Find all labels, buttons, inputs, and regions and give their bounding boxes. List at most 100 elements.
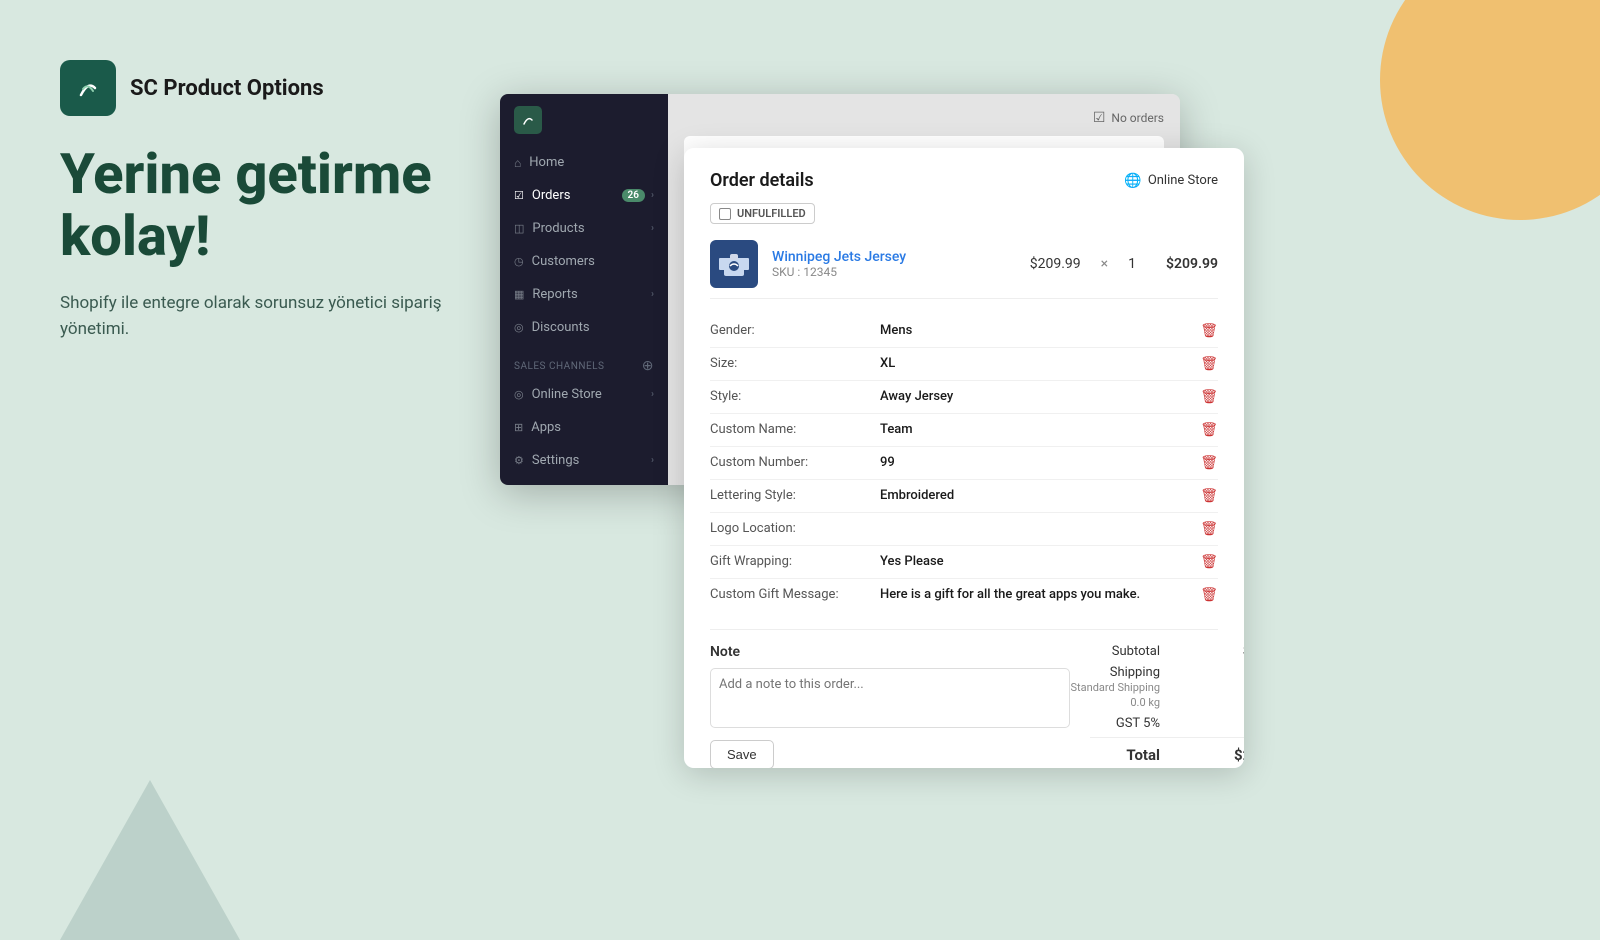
checkbox-icon: ☑ [1093,110,1106,126]
product-unit-price: $209.99 [1030,256,1081,272]
option-delete-gift-message[interactable]: 🗑 [1200,587,1218,603]
sidebar-item-orders[interactable]: ☑ Orders 26 › [500,179,668,212]
option-value-gift-wrapping: Yes Please [880,554,1190,569]
product-total: $209.99 [1166,256,1218,272]
option-delete-gift-wrapping[interactable]: 🗑 [1200,554,1218,570]
products-icon: ◫ [514,222,524,235]
option-label-logo-location: Logo Location: [710,521,870,536]
unfulfilled-text: UNFULFILLED [737,207,806,220]
store-indicator: 🌐 Online Store [1124,173,1218,189]
sidebar-item-discounts[interactable]: ◎ Discounts [500,311,668,344]
orders-badge: 26 [622,189,645,202]
option-value-custom-number: 99 [880,455,1190,470]
sidebar-item-reports[interactable]: ▦ Reports › [500,278,668,311]
sidebar-label-customers: Customers [532,254,595,269]
option-delete-size[interactable]: 🗑 [1200,356,1218,372]
sidebar-label-reports: Reports [532,287,577,302]
option-value-gender: Mens [880,323,1190,338]
sidebar-item-online-store[interactable]: ◎ Online Store › [500,378,668,411]
sidebar-label-products: Products [532,221,584,236]
bg-decoration-circle [1380,0,1600,220]
product-price-row: $209.99 × 1 $209.99 [1030,256,1218,272]
product-info: Winnipeg Jets Jersey SKU : 12345 [772,249,1016,279]
discounts-icon: ◎ [514,321,524,334]
product-image [710,240,758,288]
option-value-style: Away Jersey [880,389,1190,404]
option-delete-gender[interactable]: 🗑 [1200,323,1218,339]
logo-icon [60,60,116,116]
order-details-card: Order details 🌐 Online Store UNFULFILLED [684,148,1244,768]
options-list: Gender: Mens 🗑 Size: XL 🗑 Style: Away Je… [710,315,1218,611]
sales-channels-plus-icon[interactable]: ⊕ [642,358,654,374]
option-row-logo-location: Logo Location: 🗑 [710,513,1218,546]
bg-decoration-triangle [60,780,240,940]
option-row-gender: Gender: Mens 🗑 [710,315,1218,348]
sidebar-bottom: ⊞ Apps ⚙ Settings › [500,411,668,485]
orders-chevron-icon: › [651,190,654,201]
option-delete-logo-location[interactable]: 🗑 [1200,521,1218,537]
sidebar-label-online-store: Online Store [532,387,602,402]
option-label-lettering: Lettering Style: [710,488,870,503]
sidebar-logo-icon [514,106,542,134]
option-value-lettering: Embroidered [880,488,1190,503]
product-row: Winnipeg Jets Jersey SKU : 12345 $209.99… [710,240,1218,299]
left-section: SC Product Options Yerine getirmekolay! … [60,60,500,342]
option-label-gender: Gender: [710,323,870,338]
option-row-style: Style: Away Jersey 🗑 [710,381,1218,414]
order-title: Order details [710,170,814,191]
bottom-section: Note Save Subtotal $209.99 Shipping Stan… [710,629,1218,768]
option-delete-custom-number[interactable]: 🗑 [1200,455,1218,471]
option-row-gift-wrapping: Gift Wrapping: Yes Please 🗑 [710,546,1218,579]
option-value-size: XL [880,356,1190,371]
online-store-chevron-icon: › [651,389,654,400]
sidebar-item-settings[interactable]: ⚙ Settings › [500,444,668,477]
sidebar-item-products[interactable]: ◫ Products › [500,212,668,245]
totals-section: Subtotal $209.99 Shipping Standard Shipp… [1090,644,1244,768]
total-row: Total $230.49 [1090,737,1244,764]
orders-icon: ☑ [514,189,524,202]
option-label-gift-wrapping: Gift Wrapping: [710,554,870,569]
product-sku: SKU : 12345 [772,265,1016,279]
gst-label: GST 5% [1010,716,1160,731]
shipping-row: Shipping Standard Shipping 0.0 kg $10.00 [1090,665,1244,710]
total-label: Total [1010,746,1160,764]
sidebar-label-discounts: Discounts [532,320,590,335]
reports-chevron-icon: › [651,289,654,300]
option-row-custom-number: Custom Number: 99 🗑 [710,447,1218,480]
settings-icon: ⚙ [514,454,524,467]
subtotal-label: Subtotal [1010,644,1160,659]
unfulfilled-icon [719,208,731,220]
sidebar-label-apps: Apps [531,420,561,435]
option-row-gift-message: Custom Gift Message: Here is a gift for … [710,579,1218,611]
sidebar-label-orders: Orders [532,188,571,203]
shipping-weight: 0.0 kg [1130,696,1160,709]
sidebar-logo [500,94,668,146]
option-row-lettering: Lettering Style: Embroidered 🗑 [710,480,1218,513]
sidebar-label-home: Home [529,155,564,170]
no-orders-text: No orders [1111,111,1164,125]
gst-row: GST 5% $10.50 [1090,716,1244,731]
shipping-label: Shipping Standard Shipping 0.0 kg [1010,665,1160,710]
settings-chevron-icon: › [651,455,654,466]
sidebar-nav: ⌂ Home ☑ Orders 26 › ◫ Products [500,146,668,411]
gst-value: $10.50 [1220,716,1244,731]
option-delete-custom-name[interactable]: 🗑 [1200,422,1218,438]
product-quantity: 1 [1128,256,1136,272]
globe-icon: 🌐 [1124,173,1141,189]
option-row-size: Size: XL 🗑 [710,348,1218,381]
shipping-value: $10.00 [1220,665,1244,710]
product-name: Winnipeg Jets Jersey [772,249,1016,265]
sidebar-item-customers[interactable]: ◷ Customers [500,245,668,278]
sidebar-item-home[interactable]: ⌂ Home [500,146,668,179]
store-name: Online Store [1148,173,1218,188]
save-button[interactable]: Save [710,740,774,768]
total-value: $230.49 [1220,746,1244,764]
sidebar: ⌂ Home ☑ Orders 26 › ◫ Products [500,94,668,485]
option-delete-style[interactable]: 🗑 [1200,389,1218,405]
customers-icon: ◷ [514,255,524,268]
option-label-gift-message: Custom Gift Message: [710,587,870,602]
option-label-custom-name: Custom Name: [710,422,870,437]
option-delete-lettering[interactable]: 🗑 [1200,488,1218,504]
order-card-header: Order details 🌐 Online Store [710,170,1218,191]
sidebar-item-apps[interactable]: ⊞ Apps [500,411,668,444]
